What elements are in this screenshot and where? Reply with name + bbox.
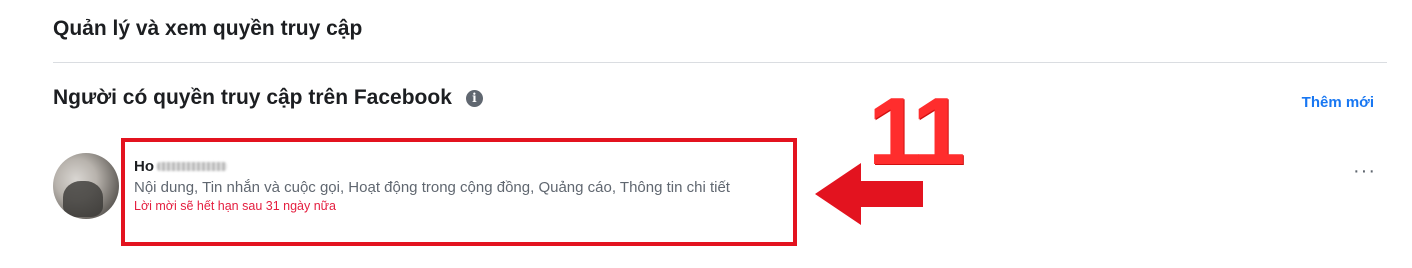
page-title: Quản lý và xem quyền truy cập [53, 17, 363, 40]
avatar-photo [63, 181, 103, 217]
divider [53, 62, 1387, 63]
avatar[interactable] [53, 153, 119, 219]
more-options-button[interactable]: ··· [1353, 160, 1376, 183]
annotation-arrow-icon [815, 163, 923, 225]
add-new-button[interactable]: Thêm mới [1302, 94, 1374, 111]
annotation-highlight-box [121, 138, 797, 246]
access-header: Người có quyền truy cập trên Facebook i [53, 86, 483, 110]
info-icon[interactable]: i [465, 89, 483, 107]
access-title: Người có quyền truy cập trên Facebook [53, 86, 452, 109]
